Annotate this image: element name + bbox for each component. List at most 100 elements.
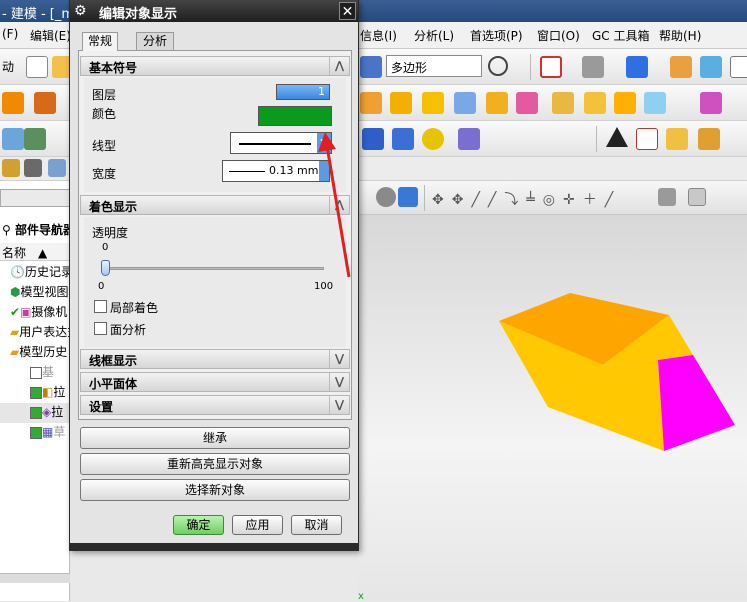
grid-icon[interactable] bbox=[24, 159, 42, 177]
search-icon[interactable] bbox=[488, 56, 508, 76]
graphics-window[interactable]: x bbox=[358, 215, 747, 602]
bearing-icon[interactable] bbox=[422, 128, 444, 150]
dimension-icon[interactable] bbox=[698, 128, 720, 150]
chevron-down-icon[interactable]: ▼ bbox=[317, 133, 331, 153]
sweep-icon[interactable] bbox=[552, 92, 574, 114]
tab-analysis[interactable]: 分析 bbox=[136, 32, 174, 50]
shell-icon[interactable] bbox=[454, 92, 476, 114]
slider-track[interactable] bbox=[104, 267, 324, 270]
width-dropdown-arrow[interactable] bbox=[319, 161, 329, 181]
menu-window[interactable]: 窗口(O) bbox=[537, 27, 580, 44]
helix-spring-icon[interactable] bbox=[392, 128, 414, 150]
face-analysis-checkbox[interactable] bbox=[94, 322, 107, 335]
checkbox[interactable] bbox=[30, 366, 42, 379]
boolean-icon[interactable] bbox=[516, 92, 538, 114]
hole-icon[interactable] bbox=[486, 92, 508, 114]
list-item[interactable]: 基 bbox=[0, 363, 70, 383]
dialog-title-bar[interactable]: ⚙ 编辑对象显示 ✕ bbox=[70, 0, 358, 22]
menu-file[interactable]: (F) bbox=[2, 27, 18, 41]
layer-icon[interactable] bbox=[670, 56, 692, 78]
section-wireframe-display[interactable]: 线框显示 ⋁ bbox=[80, 349, 350, 369]
menu-preferences[interactable]: 首选项(P) bbox=[470, 27, 523, 44]
checkbox[interactable] bbox=[30, 406, 42, 419]
list-item[interactable]: ▰模型历史 bbox=[0, 343, 70, 363]
navigator-scrollbar[interactable] bbox=[0, 573, 70, 583]
list-item[interactable]: ▰用户表达式 bbox=[0, 323, 70, 343]
shaded-edges-icon[interactable] bbox=[398, 187, 418, 207]
inherit-button[interactable]: 继承 bbox=[80, 427, 350, 449]
chevron-down-icon[interactable]: ⋁ bbox=[329, 396, 349, 414]
section-shaded-display[interactable]: 着色显示 ⋀ bbox=[80, 195, 350, 215]
chevron-up-icon[interactable]: ⋀ bbox=[329, 57, 349, 75]
linetype-dropdown[interactable]: ▼ bbox=[230, 132, 332, 154]
toolbar-start-label[interactable]: 动 bbox=[2, 58, 14, 75]
pattern-icon[interactable] bbox=[644, 92, 666, 114]
sync-model-icon[interactable] bbox=[700, 92, 722, 114]
sketch-icon[interactable] bbox=[2, 159, 20, 177]
section-facet-body[interactable]: 小平面体 ⋁ bbox=[80, 372, 350, 392]
menu-edit[interactable]: 编辑(E) bbox=[30, 27, 71, 44]
cylinder-icon[interactable] bbox=[362, 128, 384, 150]
navigator-combo[interactable] bbox=[0, 189, 70, 207]
chevron-down-icon[interactable]: ⋁ bbox=[329, 350, 349, 368]
block-icon[interactable] bbox=[360, 92, 382, 114]
menu-info[interactable]: 信息(I) bbox=[360, 27, 397, 44]
close-icon[interactable]: ✕ bbox=[339, 2, 356, 20]
gear-icon[interactable]: ⚙ bbox=[74, 3, 87, 19]
color-swatch-button[interactable] bbox=[258, 106, 332, 126]
triangle-icon[interactable] bbox=[606, 127, 628, 147]
shaded-icon[interactable] bbox=[376, 187, 396, 207]
section-settings[interactable]: 设置 ⋁ bbox=[80, 395, 350, 415]
chamfer-icon[interactable] bbox=[422, 92, 444, 114]
list-item[interactable]: ◧拉 bbox=[0, 383, 70, 403]
checkbox[interactable] bbox=[30, 386, 42, 399]
select-new-objects-button[interactable]: 选择新对象 bbox=[80, 479, 350, 501]
selection-filter-icon[interactable] bbox=[360, 56, 382, 78]
list-item[interactable]: ⬢模型视图 bbox=[0, 283, 70, 303]
window-icon[interactable] bbox=[730, 56, 747, 78]
rehighlight-objects-button[interactable]: 重新高亮显示对象 bbox=[80, 453, 350, 475]
fit-view-icon[interactable] bbox=[540, 56, 562, 78]
delete-feature-icon[interactable] bbox=[458, 128, 480, 150]
layer-field[interactable]: 1 bbox=[276, 84, 330, 100]
width-dropdown[interactable]: 0.13 mm bbox=[222, 160, 330, 182]
column-header[interactable]: 名称 ▲ bbox=[0, 243, 70, 261]
revolve-icon[interactable] bbox=[34, 92, 56, 114]
model-face-right-selected[interactable] bbox=[658, 355, 735, 451]
apply-button[interactable]: 应用 bbox=[232, 515, 283, 535]
gear-icon[interactable] bbox=[24, 128, 46, 150]
section-basic-symbol[interactable]: 基本符号 ⋀ bbox=[80, 56, 350, 76]
new-file-icon[interactable] bbox=[26, 56, 48, 78]
solid-cube-icon[interactable] bbox=[626, 56, 648, 78]
table-icon[interactable] bbox=[636, 128, 658, 150]
checkbox[interactable] bbox=[30, 426, 42, 439]
render-style-icon[interactable] bbox=[582, 56, 604, 78]
menu-help[interactable]: 帮助(H) bbox=[659, 27, 701, 44]
view-triad-icon[interactable] bbox=[658, 188, 676, 206]
datum-icon[interactable] bbox=[48, 159, 66, 177]
edge-blend-icon[interactable] bbox=[390, 92, 412, 114]
menu-analysis[interactable]: 分析(L) bbox=[414, 27, 454, 44]
menu-gc-toolbox[interactable]: GC 工具箱 bbox=[592, 27, 650, 44]
spring-icon[interactable] bbox=[2, 128, 24, 150]
ok-button[interactable]: 确定 bbox=[173, 515, 224, 535]
surface-icon[interactable] bbox=[584, 92, 606, 114]
view-orient-icon[interactable] bbox=[700, 56, 722, 78]
pin-icon[interactable]: ⚲ bbox=[2, 223, 15, 237]
partial-shade-checkbox[interactable] bbox=[94, 300, 107, 313]
extrude-icon[interactable] bbox=[2, 92, 24, 114]
chevron-down-icon[interactable]: ⋁ bbox=[329, 373, 349, 391]
list-item[interactable]: ✔▣摄像机 bbox=[0, 303, 70, 323]
grid-toggle-icon[interactable] bbox=[688, 188, 706, 206]
list-item[interactable]: ▦草 bbox=[0, 423, 70, 443]
chevron-up-icon[interactable]: ⋀ bbox=[329, 196, 349, 214]
list-item[interactable]: 🕓历史记录 bbox=[0, 263, 70, 283]
offset-face-icon[interactable] bbox=[614, 92, 636, 114]
transparency-slider-thumb[interactable] bbox=[101, 260, 110, 276]
type-filter-field[interactable]: 多边形 bbox=[386, 55, 482, 77]
list-item[interactable]: ◈拉 bbox=[0, 403, 70, 423]
cancel-button[interactable]: 取消 bbox=[291, 515, 342, 535]
snap-tools-icons[interactable]: ✥✥╱╱⤵╧◎✛＋╱ bbox=[432, 189, 621, 209]
annotation-icon[interactable] bbox=[666, 128, 688, 150]
tab-general[interactable]: 常规 bbox=[82, 32, 118, 51]
